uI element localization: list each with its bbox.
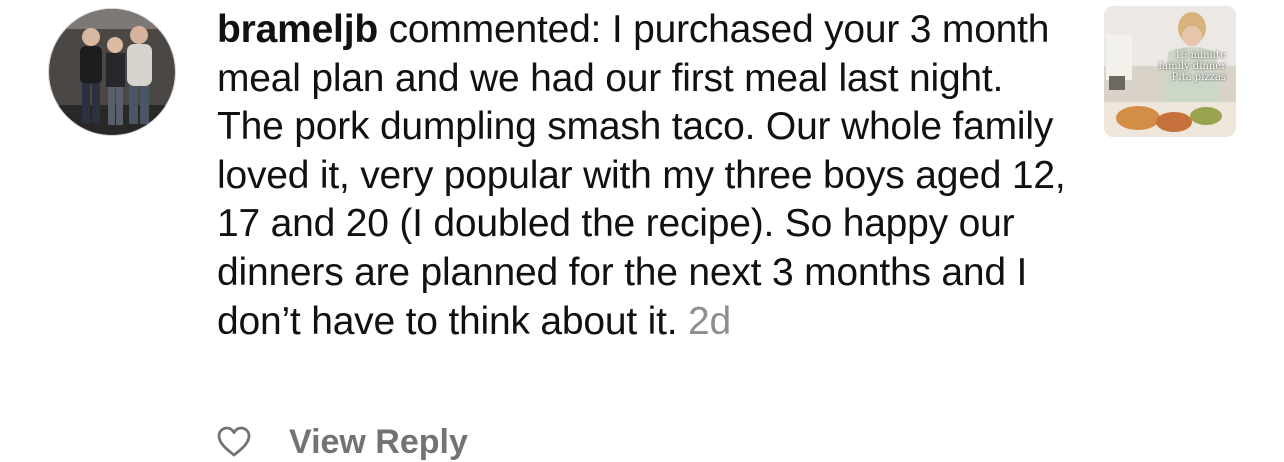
thumbnail-caption-line3: Pita pizzas — [1171, 72, 1226, 83]
comment-actions: View Reply — [217, 422, 468, 462]
heart-icon[interactable] — [217, 426, 251, 458]
thumbnail-caption: 15 minute family dinner Pita pizzas — [1146, 50, 1226, 83]
comment-action: commented: — [388, 8, 602, 51]
thumbnail-caption-line1: 15 minute — [1174, 50, 1226, 61]
avatar-photo — [49, 9, 175, 135]
comment-body: brameljb commented: I purchased your 3 m… — [217, 6, 1077, 346]
post-thumbnail[interactable]: 15 minute family dinner Pita pizzas — [1104, 6, 1236, 137]
comment-username[interactable]: brameljb — [217, 8, 378, 51]
comment-timestamp: 2d — [688, 299, 731, 343]
view-reply-button[interactable]: View Reply — [289, 423, 468, 462]
comment-text: I purchased your 3 month meal plan and w… — [217, 8, 1066, 343]
thumbnail-caption-line2: family dinner — [1158, 61, 1226, 72]
user-avatar[interactable] — [48, 8, 176, 136]
